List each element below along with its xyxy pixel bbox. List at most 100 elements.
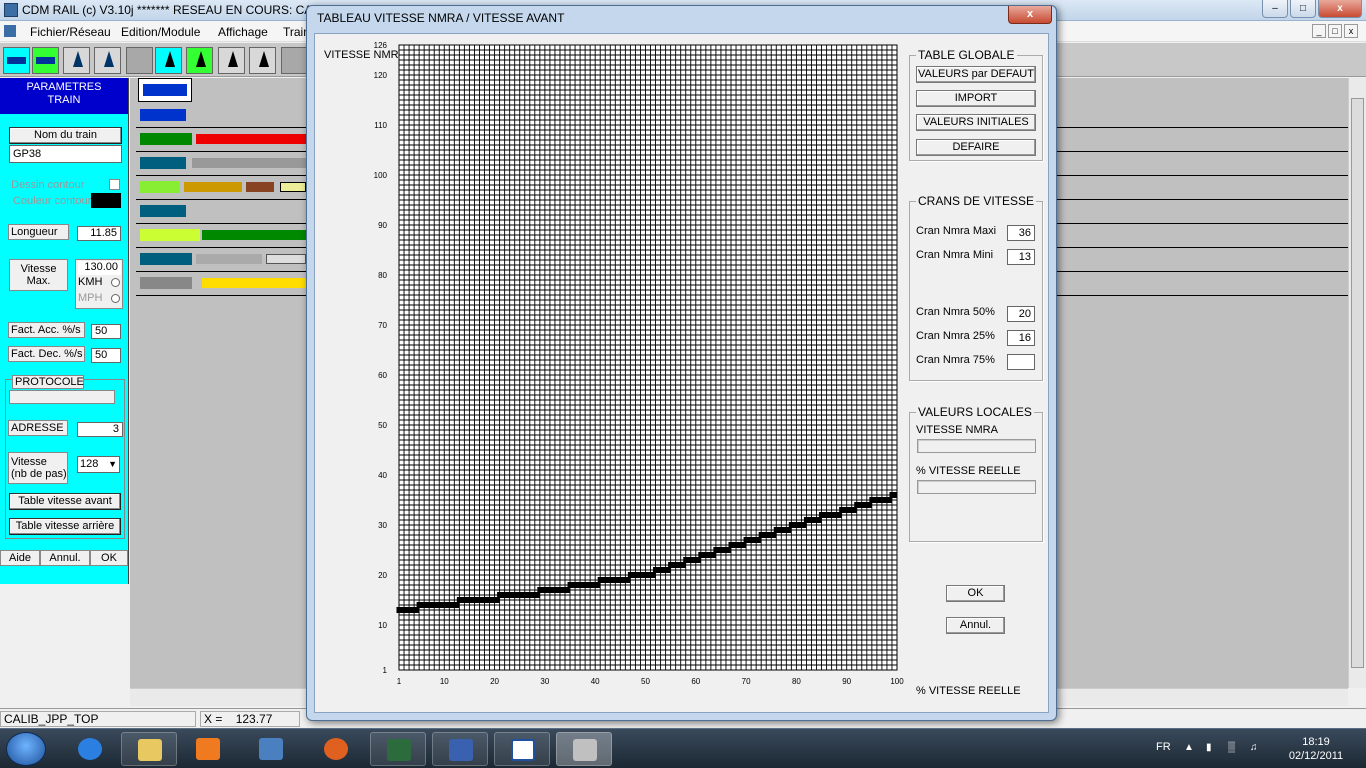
kmh-radio[interactable] xyxy=(111,278,120,287)
cran-maxi-label: Cran Nmra Maxi xyxy=(916,225,997,237)
chart-series-step xyxy=(743,537,762,543)
taskbar-firefox[interactable] xyxy=(308,732,364,766)
mph-radio[interactable] xyxy=(111,294,120,303)
blank-tool-button[interactable] xyxy=(126,47,153,74)
valeurs-par-defaut-button[interactable]: VALEURS par DEFAUT xyxy=(916,66,1036,83)
close-button[interactable]: x xyxy=(1318,0,1362,18)
taskbar-explorer[interactable] xyxy=(121,732,177,766)
mdi-doc-icon[interactable] xyxy=(4,25,16,37)
kmh-label: KMH xyxy=(78,276,103,288)
cran-25-input[interactable]: 16 xyxy=(1007,330,1035,346)
protocole-label: PROTOCOLE xyxy=(12,375,84,389)
start-button[interactable] xyxy=(6,732,46,766)
taskbar-ie[interactable] xyxy=(62,732,118,766)
chart-y-tick-label: 80 xyxy=(378,271,387,280)
train-icon xyxy=(7,57,26,64)
chart-x-tick-label: 40 xyxy=(591,677,600,686)
switch-tool-button[interactable] xyxy=(155,47,182,74)
longueur-input[interactable]: 11.85 xyxy=(77,226,121,241)
train-select-tool-button[interactable] xyxy=(32,47,59,74)
train-row[interactable] xyxy=(138,78,192,102)
vertical-scrollbar[interactable] xyxy=(1348,78,1366,688)
taskbar-cdmrail[interactable] xyxy=(556,732,612,766)
fact-dec-input[interactable]: 50 xyxy=(91,348,121,363)
chart-y-tick-label: 60 xyxy=(378,371,387,380)
minimize-button[interactable]: – xyxy=(1262,0,1288,18)
train-up-tool-button[interactable] xyxy=(63,47,90,74)
cran-mini-input[interactable]: 13 xyxy=(1007,249,1035,265)
switch-green-tool-button[interactable] xyxy=(186,47,213,74)
taskbar-app[interactable] xyxy=(243,732,299,766)
taskbar-monitor[interactable] xyxy=(370,732,426,766)
language-indicator[interactable]: FR xyxy=(1156,741,1171,753)
switch-left-tool-button[interactable] xyxy=(218,47,245,74)
table-vitesse-avant-button[interactable]: Table vitesse avant xyxy=(9,493,121,510)
clock[interactable]: 18:19 02/12/2011 xyxy=(1286,735,1346,763)
table-vitesse-arriere-button[interactable]: Table vitesse arrière xyxy=(9,518,121,535)
switch-right-tool-button[interactable] xyxy=(249,47,276,74)
chart-y-tick-label: 50 xyxy=(378,421,387,430)
train-name-button[interactable]: Nom du train xyxy=(9,127,122,144)
loco-icon xyxy=(140,229,200,241)
ie-icon xyxy=(78,738,102,760)
dialog-ok-button[interactable]: OK xyxy=(946,585,1005,602)
vitesse-max-input[interactable]: 130.00 xyxy=(78,261,121,275)
adresse-input[interactable]: 3 xyxy=(77,422,123,437)
aide-button[interactable]: Aide xyxy=(0,550,40,566)
car-icon xyxy=(184,182,242,192)
clock-time: 18:19 xyxy=(1302,736,1330,748)
adresse-label: ADRESSE xyxy=(8,420,68,436)
fact-acc-input[interactable]: 50 xyxy=(91,324,121,339)
couleur-contour-swatch[interactable] xyxy=(91,193,121,208)
menu-affichage[interactable]: Affichage xyxy=(218,25,268,39)
car-icon xyxy=(196,134,308,144)
chart-y-tick-label: 10 xyxy=(378,621,387,630)
mdi-restore-button[interactable]: □ xyxy=(1328,24,1342,38)
train-name-input[interactable]: GP38 xyxy=(9,145,122,163)
mdi-minimize-button[interactable]: _ xyxy=(1312,24,1326,38)
chart-y-tick-label: 30 xyxy=(378,521,387,530)
couleur-contour-label: Couleur contour xyxy=(13,195,92,207)
volume-icon[interactable]: ♫ xyxy=(1250,742,1262,754)
dialog-annul-button[interactable]: Annul. xyxy=(946,617,1005,634)
chart-series-step xyxy=(567,582,601,588)
chart-series-step xyxy=(416,602,460,608)
ok-button[interactable]: OK xyxy=(90,550,128,566)
chart-series-step xyxy=(396,607,420,613)
car-icon xyxy=(266,254,306,264)
car-icon xyxy=(196,254,262,264)
cran-75-input[interactable] xyxy=(1007,354,1035,370)
tray-up-icon[interactable]: ▲ xyxy=(1184,742,1196,754)
cran-50-input[interactable]: 20 xyxy=(1007,306,1035,322)
dialog-close-button[interactable]: x xyxy=(1008,6,1052,24)
cran-maxi-input[interactable]: 36 xyxy=(1007,225,1035,241)
firefox-icon xyxy=(324,738,348,760)
switch-icon xyxy=(165,51,175,67)
import-button[interactable]: IMPORT xyxy=(916,90,1036,107)
scroll-thumb[interactable] xyxy=(1351,98,1364,668)
blank-tool-button-2[interactable] xyxy=(281,47,308,74)
vitesse-reelle-label: % VITESSE REELLE xyxy=(916,465,1021,477)
battery-icon[interactable]: ▮ xyxy=(1206,742,1218,754)
menu-edition[interactable]: Edition/Module xyxy=(121,25,200,39)
annul-button[interactable]: Annul. xyxy=(40,550,90,566)
fact-dec-label: Fact. Dec. %/s xyxy=(8,346,85,362)
protocole-field[interactable] xyxy=(9,390,115,404)
taskbar-word[interactable] xyxy=(494,732,550,766)
train-tool-button[interactable] xyxy=(3,47,30,74)
menu-fichier[interactable]: Fichier/Réseau xyxy=(30,25,111,39)
mdi-close-button[interactable]: x xyxy=(1344,24,1358,38)
dessin-contour-checkbox[interactable] xyxy=(109,179,120,190)
network-icon[interactable]: ▒ xyxy=(1228,742,1240,754)
valeurs-initiales-button[interactable]: VALEURS INITIALES xyxy=(916,114,1036,131)
taskbar-devcpp[interactable] xyxy=(432,732,488,766)
train-down-tool-button[interactable] xyxy=(94,47,121,74)
vitesse-max-label-line2: Max. xyxy=(26,275,51,287)
status-x: X = 123.77 xyxy=(200,711,300,727)
chart-x-tick-label: 60 xyxy=(691,677,700,686)
taskbar-media[interactable] xyxy=(180,732,236,766)
defaire-button[interactable]: DEFAIRE xyxy=(916,139,1036,156)
chevron-down-icon: ▼ xyxy=(108,459,117,469)
maximize-button[interactable]: □ xyxy=(1290,0,1316,18)
vitesse-pas-select[interactable]: 128 ▼ xyxy=(77,456,120,473)
